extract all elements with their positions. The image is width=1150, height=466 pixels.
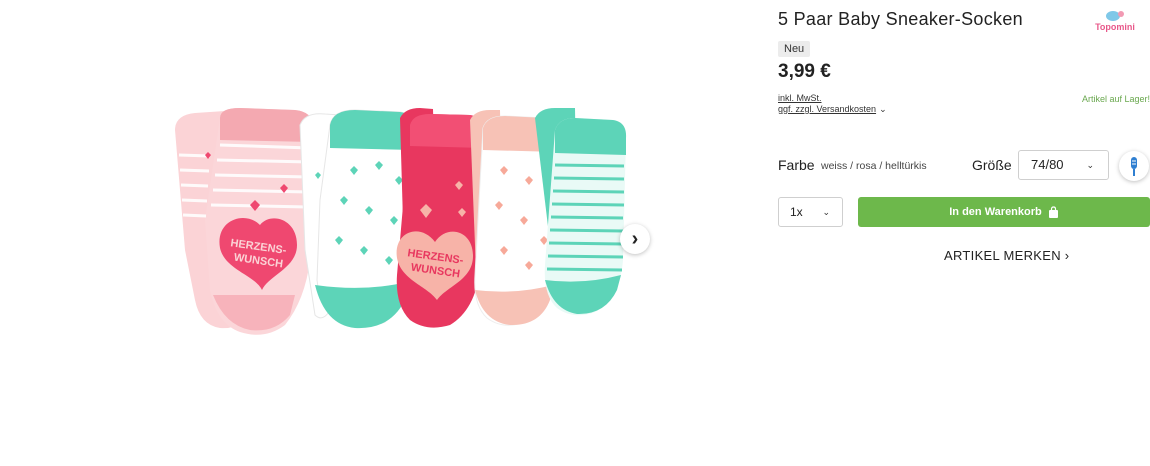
wishlist-link[interactable]: ARTIKEL MERKEN › — [944, 248, 1069, 263]
color-label: Farbe — [778, 157, 815, 173]
sock-turquoise-striped — [535, 108, 627, 316]
size-label: Größe — [972, 157, 1012, 173]
shipping-costs-link[interactable]: ggf. zzgl. Versandkosten ⌄ — [778, 104, 887, 115]
product-title: 5 Paar Baby Sneaker-Socken — [778, 9, 1023, 29]
brand-logo: Topomini — [1095, 11, 1135, 32]
size-select[interactable]: 74/80 ⌄ — [1018, 150, 1109, 180]
quantity-select[interactable]: 1x ⌄ — [778, 197, 843, 227]
size-guide-button[interactable] — [1119, 151, 1149, 181]
size-guide-icon — [1131, 157, 1137, 176]
add-to-cart-label: In den Warenkorb — [949, 206, 1042, 218]
size-select-value: 74/80 — [1031, 157, 1064, 172]
sock-pink-striped: HERZENS- WUNSCH — [175, 108, 314, 335]
product-price: 3,99 € — [778, 61, 831, 82]
color-value: weiss / rosa / helltürkis — [821, 160, 927, 172]
shipping-costs-label: ggf. zzgl. Versandkosten — [778, 104, 877, 114]
chevron-down-icon: ⌄ — [822, 207, 830, 217]
sock-turquoise-hearts — [299, 109, 414, 329]
tax-note[interactable]: inkl. MwSt. — [778, 93, 822, 103]
chevron-right-icon: › — [631, 227, 639, 250]
chevron-down-icon: ⌄ — [879, 104, 887, 114]
new-badge: Neu — [778, 41, 811, 57]
brand-logo-text: Topomini — [1095, 22, 1135, 32]
shopping-bag-icon — [1048, 206, 1058, 218]
next-image-button[interactable]: › — [620, 224, 650, 254]
chevron-down-icon: ⌄ — [1086, 160, 1094, 170]
product-gallery: HERZENS- WUNSCH HERZENS- WUNSCH › — [0, 0, 760, 466]
add-to-cart-button[interactable]: In den Warenkorb — [858, 197, 1150, 227]
sock-red-heart: HERZENS- WUNSCH — [396, 108, 484, 328]
product-image: HERZENS- WUNSCH HERZENS- WUNSCH — [175, 108, 627, 335]
stock-status: Artikel auf Lager! — [1081, 94, 1150, 104]
product-info: 5 Paar Baby Sneaker-Socken Topomini Neu … — [778, 0, 1150, 466]
quantity-select-value: 1x — [790, 205, 803, 219]
